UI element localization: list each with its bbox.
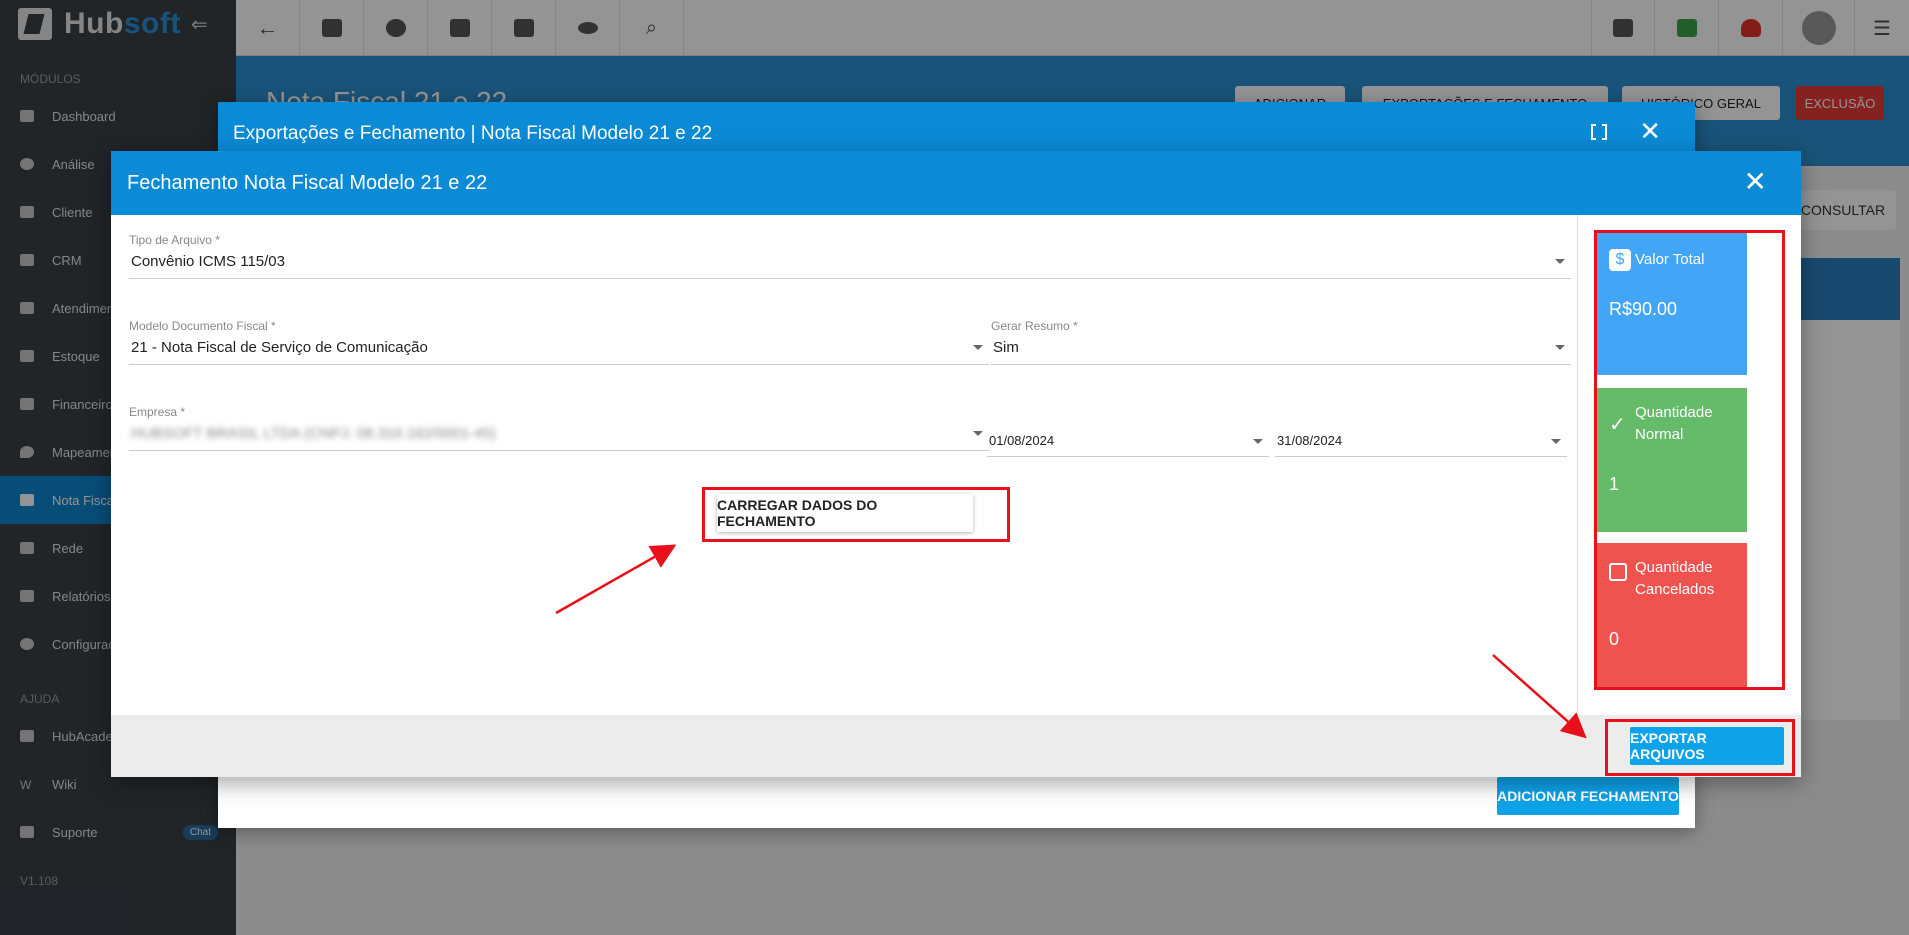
date-end-field[interactable]: 31/08/2024: [1275, 433, 1567, 457]
chevron-down-icon: [973, 345, 983, 350]
highlight-box-cards: [1594, 230, 1785, 690]
gerar-resumo-select[interactable]: Gerar Resumo * Sim: [991, 319, 1571, 365]
load-closing-data-button[interactable]: CARREGAR DADOS DO FECHAMENTO: [717, 494, 973, 532]
close-icon[interactable]: ✕: [1744, 165, 1767, 198]
date-end-value: 31/08/2024: [1275, 433, 1567, 457]
date-start-value: 01/08/2024: [987, 433, 1269, 457]
gerar-resumo-value: Sim: [991, 339, 1571, 365]
gerar-resumo-label: Gerar Resumo *: [991, 319, 1078, 333]
fullscreen-icon[interactable]: [1591, 123, 1607, 141]
empresa-label: Empresa *: [129, 405, 186, 419]
closing-dialog-title: Fechamento Nota Fiscal Modelo 21 e 22: [127, 171, 488, 194]
chevron-down-icon: [1551, 439, 1561, 444]
add-closing-button[interactable]: ADICIONAR FECHAMENTO: [1497, 777, 1679, 815]
closing-dialog-body: Tipo de Arquivo * Convênio ICMS 115/03 M…: [111, 215, 1801, 715]
empresa-select[interactable]: Empresa * HUBSOFT BRASIL LTDA (CNPJ: 08.…: [129, 405, 989, 451]
chevron-down-icon: [973, 431, 983, 436]
panel-divider: [1577, 215, 1578, 715]
tipo-arquivo-label: Tipo de Arquivo *: [129, 233, 220, 247]
date-start-field[interactable]: 01/08/2024: [987, 433, 1269, 457]
tipo-arquivo-select[interactable]: Tipo de Arquivo * Convênio ICMS 115/03: [129, 233, 1571, 279]
modelo-documento-value: 21 - Nota Fiscal de Serviço de Comunicaç…: [129, 339, 989, 365]
closing-dialog: Fechamento Nota Fiscal Modelo 21 e 22 ✕ …: [111, 151, 1801, 777]
export-files-button[interactable]: EXPORTAR ARQUIVOS: [1630, 727, 1784, 765]
closing-dialog-header: Fechamento Nota Fiscal Modelo 21 e 22 ✕: [111, 151, 1801, 215]
tipo-arquivo-value: Convênio ICMS 115/03: [129, 253, 1571, 279]
chevron-down-icon: [1253, 439, 1263, 444]
chevron-down-icon: [1555, 259, 1565, 264]
empresa-value: HUBSOFT BRASIL LTDA (CNPJ: 08.316.162/00…: [129, 425, 989, 451]
close-icon[interactable]: ✕: [1639, 116, 1661, 147]
modelo-documento-select[interactable]: Modelo Documento Fiscal * 21 - Nota Fisc…: [129, 319, 989, 365]
closing-dialog-footer: [111, 715, 1801, 777]
exports-dialog-title: Exportações e Fechamento | Nota Fiscal M…: [233, 123, 713, 144]
modelo-documento-label: Modelo Documento Fiscal *: [129, 319, 276, 333]
chevron-down-icon: [1555, 345, 1565, 350]
